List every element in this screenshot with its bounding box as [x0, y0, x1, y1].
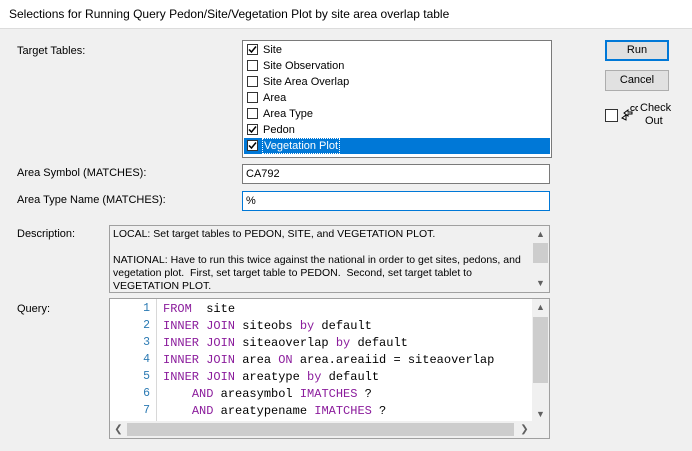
- sql-text: siteaoverlap: [235, 336, 336, 350]
- target-table-checkbox[interactable]: [247, 124, 258, 135]
- code-line[interactable]: AND areatypename IMATCHES ?: [163, 404, 386, 418]
- target-table-item[interactable]: Site Observation: [244, 58, 550, 74]
- sql-keyword: AND: [191, 387, 214, 401]
- sql-text: areasymbol: [213, 387, 300, 401]
- scroll-up-icon[interactable]: ▲: [532, 226, 549, 243]
- description-box[interactable]: LOCAL: Set target tables to PEDON, SITE,…: [109, 225, 550, 293]
- scroll-thumb[interactable]: [533, 243, 548, 263]
- svg-text:CO: CO: [630, 106, 638, 113]
- code-line[interactable]: INNER JOIN area ON area.areaiid = siteao…: [163, 353, 494, 367]
- sql-text: default: [321, 370, 380, 384]
- code-line[interactable]: INNER JOIN areatype by default: [163, 370, 379, 384]
- window-title: Selections for Running Query Pedon/Site/…: [9, 7, 450, 21]
- sql-text: siteobs: [235, 319, 300, 333]
- checkout-checkbox[interactable]: [605, 109, 618, 122]
- gutter-divider: [156, 299, 157, 423]
- target-table-checkbox[interactable]: [247, 140, 258, 151]
- description-label: Description:: [17, 228, 76, 240]
- sql-text: areatypename: [213, 404, 315, 418]
- sql-keyword: by: [307, 370, 322, 384]
- sql-keyword: AND: [191, 404, 214, 418]
- sql-keyword: INNER JOIN: [163, 336, 236, 350]
- target-table-label: Site: [263, 44, 282, 56]
- description-scrollbar[interactable]: ▲ ▼: [532, 226, 549, 292]
- scroll-up-icon[interactable]: ▲: [532, 299, 549, 316]
- target-table-label: Site Area Overlap: [263, 76, 350, 88]
- scroll-down-icon[interactable]: ▼: [532, 275, 549, 292]
- target-table-item[interactable]: Site Area Overlap: [244, 74, 550, 90]
- scroll-thumb[interactable]: [533, 317, 548, 383]
- line-number: 5: [143, 370, 150, 383]
- area-symbol-input[interactable]: CA792: [242, 164, 550, 184]
- line-number: 4: [143, 353, 150, 366]
- sql-keyword: IMATCHES: [314, 404, 372, 418]
- cancel-button[interactable]: Cancel: [605, 70, 669, 91]
- line-number: 7: [143, 404, 150, 417]
- description-text: LOCAL: Set target tables to PEDON, SITE,…: [113, 228, 521, 292]
- sql-keyword: by: [335, 336, 351, 350]
- target-table-label: Area Type: [263, 108, 313, 120]
- target-table-item[interactable]: Vegetation Plot: [244, 138, 550, 154]
- sql-keyword: ON: [278, 353, 293, 367]
- target-table-label: Pedon: [263, 124, 295, 136]
- run-button[interactable]: Run: [605, 40, 669, 61]
- target-tables-label: Target Tables:: [17, 45, 86, 57]
- title-bar: Selections for Running Query Pedon/Site/…: [0, 0, 692, 29]
- sql-text: default: [314, 319, 372, 333]
- checkout-icon: CO: [620, 104, 641, 122]
- target-table-checkbox[interactable]: [247, 60, 258, 71]
- query-horizontal-scrollbar[interactable]: ❮ ❯: [110, 421, 533, 438]
- scroll-thumb[interactable]: [127, 423, 514, 436]
- sql-text: site: [191, 302, 236, 316]
- target-tables-list[interactable]: Site Site Observation Site Area Overlap Are…: [242, 40, 552, 158]
- code-line[interactable]: INNER JOIN siteaoverlap by default: [163, 336, 408, 350]
- sql-keyword: INNER JOIN: [163, 370, 236, 384]
- target-table-item[interactable]: Site: [244, 42, 550, 58]
- sql-keyword: by: [299, 319, 315, 333]
- line-number: 1: [143, 302, 150, 315]
- target-table-label: Site Observation: [263, 60, 345, 72]
- area-symbol-label: Area Symbol (MATCHES):: [17, 167, 147, 179]
- target-table-item[interactable]: Pedon: [244, 122, 550, 138]
- sql-text: area.areaiid = siteaoverlap: [292, 353, 495, 367]
- code-line[interactable]: FROM site: [163, 302, 235, 316]
- sql-keyword: FROM: [163, 302, 192, 316]
- checkout-label-line1: Check: [640, 102, 672, 114]
- target-table-checkbox[interactable]: [247, 92, 258, 103]
- sql-keyword: IMATCHES: [299, 387, 358, 401]
- target-table-item[interactable]: Area Type: [244, 106, 550, 122]
- sql-text: ?: [371, 404, 387, 418]
- area-type-name-input[interactable]: %: [242, 191, 550, 211]
- line-number: 3: [143, 336, 150, 349]
- line-number: 2: [143, 319, 150, 332]
- target-table-item[interactable]: Area: [244, 90, 550, 106]
- checkout-label-line2: Out: [645, 115, 663, 127]
- sql-keyword: INNER JOIN: [163, 319, 236, 333]
- query-vertical-scrollbar[interactable]: ▲ ▼: [532, 299, 549, 423]
- target-table-checkbox[interactable]: [247, 44, 258, 55]
- checkout-control[interactable]: CO Check Out: [605, 101, 675, 127]
- sql-text: default: [350, 336, 408, 350]
- target-table-checkbox[interactable]: [247, 76, 258, 87]
- scroll-left-icon[interactable]: ❮: [110, 421, 127, 438]
- code-line[interactable]: AND areasymbol IMATCHES ?: [163, 387, 372, 401]
- sql-text: areatype: [235, 370, 308, 384]
- query-editor[interactable]: 1 FROM site 2 INNER JOIN siteobs by default…: [109, 298, 550, 439]
- code-line[interactable]: INNER JOIN siteobs by default: [163, 319, 372, 333]
- target-table-label: Vegetation Plot: [262, 138, 341, 154]
- sql-text: ?: [357, 387, 372, 401]
- scroll-corner: [532, 421, 549, 438]
- sql-text: area: [235, 353, 279, 367]
- query-label: Query:: [17, 303, 51, 315]
- target-table-label: Area: [263, 92, 287, 104]
- scroll-right-icon[interactable]: ❯: [516, 421, 533, 438]
- sql-keyword: INNER JOIN: [163, 353, 236, 367]
- target-table-checkbox[interactable]: [247, 108, 258, 119]
- line-number: 6: [143, 387, 150, 400]
- area-type-name-label: Area Type Name (MATCHES):: [17, 194, 166, 206]
